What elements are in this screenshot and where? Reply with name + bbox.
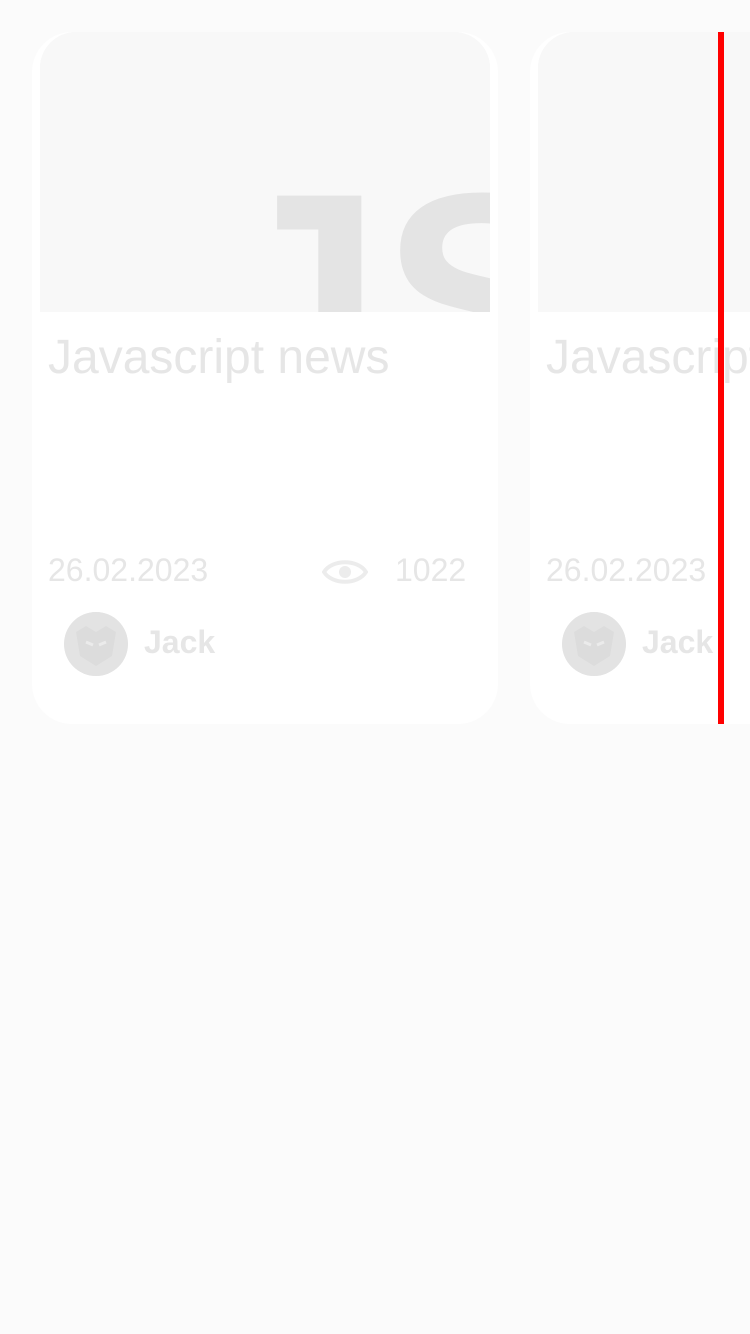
article-date: 26.02.2023 <box>48 552 209 588</box>
view-count: 1022 <box>395 552 467 588</box>
article-image: JS <box>40 32 490 312</box>
author-name[interactable]: Jack <box>642 622 713 662</box>
avatar <box>64 612 128 676</box>
article-card[interactable]: JS Javascript news 26.02.2023 1022 Jack <box>32 32 498 724</box>
scroll-indicator[interactable] <box>718 32 724 724</box>
article-carousel[interactable]: JS Javascript news 26.02.2023 1022 Jack … <box>0 0 750 1334</box>
avatar-image <box>562 612 626 676</box>
author-name[interactable]: Jack <box>144 622 215 662</box>
avatar-image <box>64 612 128 676</box>
js-logo-text: JS <box>215 130 490 312</box>
article-card[interactable]: JS Javascript news 26.02.2023 1022 Jack <box>530 32 750 724</box>
eye-icon <box>322 560 368 584</box>
js-logo-image: JS <box>40 32 490 312</box>
article-title[interactable]: Javascript news <box>48 330 389 386</box>
avatar <box>562 612 626 676</box>
article-date: 26.02.2023 <box>546 552 707 588</box>
